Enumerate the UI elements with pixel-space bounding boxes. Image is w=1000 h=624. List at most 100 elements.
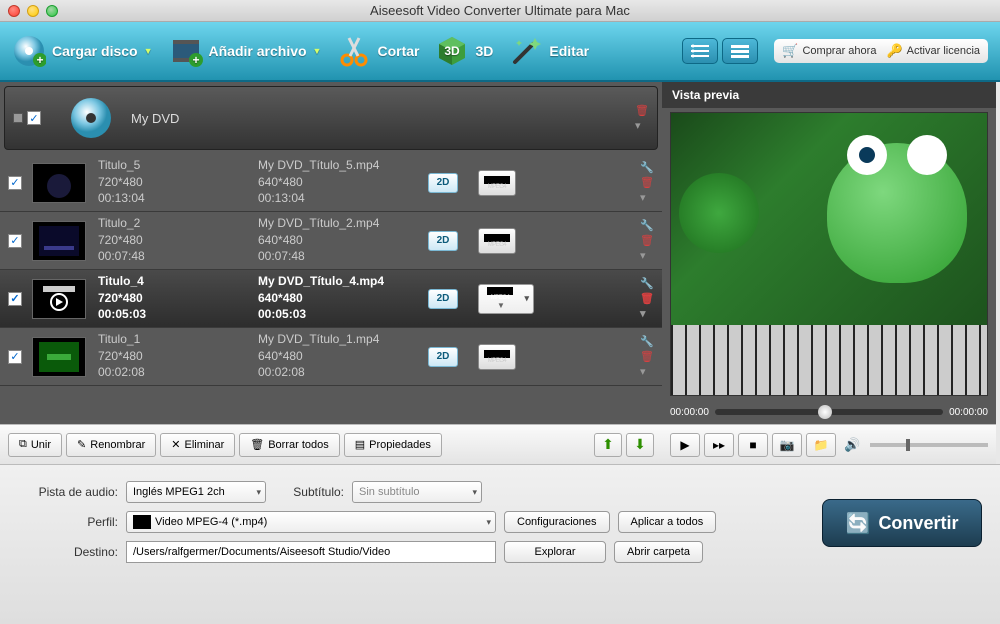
item-title: Titulo_1 (98, 332, 258, 348)
add-file-button[interactable]: + Añadir archivo ▼ (169, 34, 322, 68)
trash-icon[interactable]: 🗑 (640, 234, 654, 247)
2d-badge[interactable]: 2D (428, 173, 458, 193)
2d-badge[interactable]: 2D (428, 231, 458, 251)
timeline: 00:00:00 00:00:00 (670, 400, 988, 424)
item-list: ✓ Titulo_5 720*480 00:13:04 My DVD_Títul… (0, 154, 662, 424)
cube-3d-icon: 3D (435, 34, 469, 68)
trash-icon[interactable]: 🗑 (640, 176, 654, 189)
properties-button[interactable]: ▤Propiedades (344, 433, 442, 457)
snapshot-button[interactable]: 📷 (772, 433, 802, 457)
view-list-button[interactable] (682, 38, 718, 64)
wand-icon (509, 34, 543, 68)
close-icon[interactable] (8, 5, 20, 17)
rename-button[interactable]: ✎Renombrar (66, 433, 156, 457)
time-start: 00:00:00 (670, 407, 709, 418)
view-detail-button[interactable] (722, 38, 758, 64)
2d-badge[interactable]: 2D (428, 347, 458, 367)
item-src-res: 720*480 (98, 349, 258, 365)
format-badge[interactable]: MPEG4 (478, 170, 516, 196)
chevron-down-icon[interactable]: ▾ (640, 307, 654, 320)
chevron-down-icon[interactable]: ▾ (640, 191, 654, 204)
format-badge[interactable]: MPEG4 (478, 228, 516, 254)
chevron-down-icon: ▼ (313, 46, 322, 56)
open-folder-button[interactable]: 📁 (806, 433, 836, 457)
open-dest-button[interactable]: Abrir carpeta (614, 541, 703, 563)
wrench-icon[interactable]: 🔧 (640, 277, 654, 290)
wrench-icon[interactable]: 🔧 (640, 219, 654, 232)
item-src-res: 720*480 (98, 175, 258, 191)
subtitle-select[interactable]: Sin subtítulo (352, 481, 482, 503)
wrench-icon[interactable]: 🔧 (640, 161, 654, 174)
format-badge[interactable]: MPEG4 (478, 344, 516, 370)
profile-select[interactable]: Video MPEG-4 (*.mp4) (126, 511, 496, 533)
next-button[interactable]: ▸▸ (704, 433, 734, 457)
svg-text:+: + (192, 53, 199, 67)
apply-all-button[interactable]: Aplicar a todos (618, 511, 717, 533)
item-checkbox[interactable]: ✓ (8, 234, 22, 248)
dvd-group-header[interactable]: ✓ My DVD 🗑 ▾ (4, 86, 658, 150)
window-controls (8, 5, 58, 17)
audio-track-select[interactable]: Inglés MPEG1 2ch (126, 481, 266, 503)
convert-button[interactable]: 🔄 Convertir (822, 499, 982, 547)
2d-badge[interactable]: 2D (428, 289, 458, 309)
item-title: Titulo_4 (98, 274, 258, 290)
item-out-name: My DVD_Título_4.mp4 (258, 274, 428, 290)
cut-button[interactable]: Cortar (337, 34, 419, 68)
volume-slider[interactable] (870, 443, 988, 447)
delete-button[interactable]: ✕Eliminar (160, 433, 235, 457)
volume-icon[interactable]: 🔊 (844, 437, 860, 453)
item-src-dur: 00:13:04 (98, 191, 258, 207)
file-list-panel: ✓ My DVD 🗑 ▾ ✓ Titulo_5 720*480 00:13:04 (0, 82, 662, 464)
trash-icon[interactable]: 🗑 (640, 350, 654, 363)
zoom-icon[interactable] (46, 5, 58, 17)
format-icon (133, 515, 151, 529)
chevron-down-icon[interactable]: ▾ (635, 119, 649, 132)
purchase-links: 🛒Comprar ahora 🔑Activar licencia (774, 39, 988, 63)
chevron-down-icon[interactable]: ▾ (640, 365, 654, 378)
format-badge[interactable]: MPEG4▼ (478, 284, 534, 314)
minimize-icon[interactable] (27, 5, 39, 17)
item-checkbox[interactable]: ✓ (8, 292, 22, 306)
3d-button[interactable]: 3D 3D (435, 34, 493, 68)
seek-slider[interactable] (715, 409, 943, 415)
list-item[interactable]: ✓ Titulo_2 720*480 00:07:48 My DVD_Títul… (0, 212, 662, 270)
chevron-down-icon[interactable]: ▾ (640, 249, 654, 262)
edit-label: Editar (549, 43, 589, 59)
chevron-down-icon: ▼ (144, 46, 153, 56)
dvd-label: My DVD (131, 111, 179, 126)
settings-area: Pista de audio: Inglés MPEG1 2ch Subtítu… (18, 481, 802, 608)
dest-field[interactable]: /Users/ralfgermer/Documents/Aiseesoft St… (126, 541, 496, 563)
list-item[interactable]: ✓ Titulo_5 720*480 00:13:04 My DVD_Títul… (0, 154, 662, 212)
item-checkbox[interactable]: ✓ (8, 350, 22, 364)
trash-icon[interactable]: 🗑 (640, 292, 654, 305)
buy-now-link[interactable]: 🛒Comprar ahora (782, 43, 876, 59)
browse-button[interactable]: Explorar (504, 541, 606, 563)
play-controls: ▶ ▸▸ ■ 📷 📁 🔊 (662, 424, 996, 464)
collapse-icon[interactable] (13, 113, 23, 123)
item-out-name: My DVD_Título_1.mp4 (258, 332, 428, 348)
preview-title: Vista previa (662, 82, 996, 108)
list-item[interactable]: ✓ Titulo_1 720*480 00:02:08 My DVD_Títul… (0, 328, 662, 386)
activate-link[interactable]: 🔑Activar licencia (886, 43, 980, 59)
group-checkbox[interactable]: ✓ (27, 111, 41, 125)
item-out-res: 640*480 (258, 233, 428, 249)
config-button[interactable]: Configuraciones (504, 511, 610, 533)
trash-icon[interactable]: 🗑 (635, 104, 649, 117)
list-footer: ⧉Unir ✎Renombrar ✕Eliminar 🗑Borrar todos… (0, 424, 662, 464)
edit-button[interactable]: Editar (509, 34, 589, 68)
thumbnail (32, 163, 86, 203)
item-checkbox[interactable]: ✓ (8, 176, 22, 190)
thumbnail (32, 221, 86, 261)
join-button[interactable]: ⧉Unir (8, 433, 62, 457)
load-disc-button[interactable]: + Cargar disco ▼ (12, 34, 153, 68)
move-down-button[interactable]: ⬇ (626, 433, 654, 457)
clear-all-button[interactable]: 🗑Borrar todos (239, 433, 340, 457)
item-out-res: 640*480 (258, 349, 428, 365)
thumbnail (32, 279, 86, 319)
wrench-icon[interactable]: 🔧 (640, 335, 654, 348)
play-button[interactable]: ▶ (670, 433, 700, 457)
main-toolbar: + Cargar disco ▼ + Añadir archivo ▼ Cort… (0, 22, 1000, 82)
move-up-button[interactable]: ⬆ (594, 433, 622, 457)
stop-button[interactable]: ■ (738, 433, 768, 457)
list-item[interactable]: ✓ Titulo_4 720*480 00:05:03 My DVD_Títul… (0, 270, 662, 328)
